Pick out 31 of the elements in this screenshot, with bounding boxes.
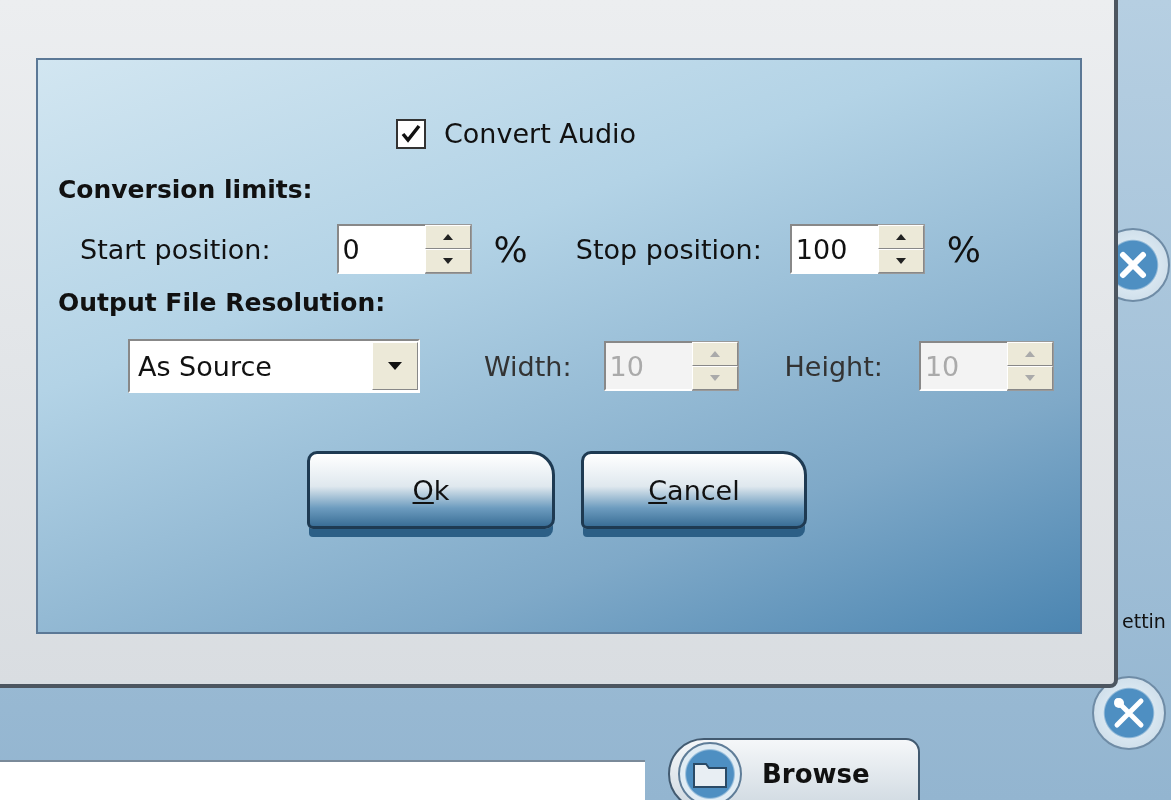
up-arrow-icon	[1024, 351, 1035, 357]
spin-up-button[interactable]	[877, 225, 924, 249]
browse-button[interactable]: Browse	[668, 738, 920, 800]
close-icon	[1118, 250, 1148, 280]
spin-up-button[interactable]	[424, 225, 471, 249]
down-arrow-icon	[895, 258, 906, 264]
caret-icon	[388, 362, 402, 370]
check-icon	[400, 122, 422, 145]
section-heading: Conversion limits:	[58, 175, 314, 204]
spin-down-button[interactable]	[877, 249, 924, 273]
number-field[interactable]: 100	[789, 224, 878, 274]
path-field[interactable]	[0, 760, 645, 800]
down-arrow-icon	[709, 375, 720, 381]
unit-label: %	[946, 228, 982, 270]
field-label: Stop position:	[575, 233, 762, 265]
section-heading: Output File Resolution:	[58, 288, 387, 317]
folder-icon	[693, 760, 727, 788]
field-label: Start position:	[80, 233, 271, 265]
down-arrow-icon	[1024, 375, 1035, 381]
up-arrow-icon	[442, 234, 453, 240]
unit-label: %	[493, 228, 528, 270]
number-field[interactable]: 0	[336, 224, 425, 274]
field-label: Height:	[784, 350, 883, 382]
up-arrow-icon	[895, 234, 906, 240]
side-label: ettin	[1122, 610, 1166, 632]
resolution-dropdown[interactable]: As Source	[128, 339, 420, 393]
convert-audio-checkbox[interactable]: Convert Audio	[396, 118, 637, 149]
down-arrow-icon	[442, 258, 453, 264]
spin-down-button[interactable]	[424, 249, 471, 273]
up-arrow-icon	[709, 351, 720, 357]
field-label: Width:	[484, 350, 572, 382]
